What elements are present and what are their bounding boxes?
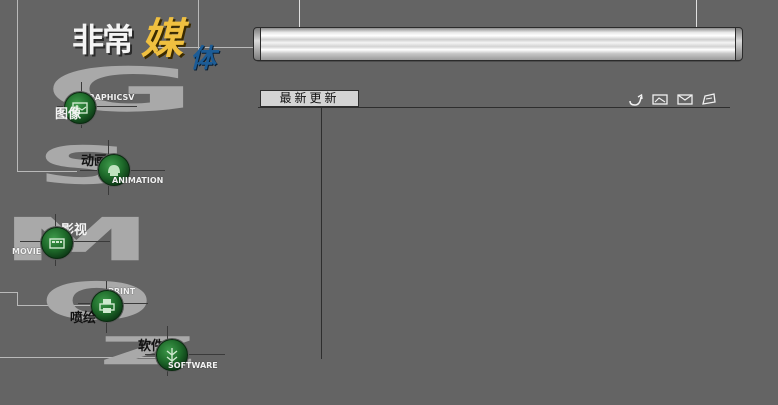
return-icon[interactable] xyxy=(628,93,644,106)
image-icon[interactable] xyxy=(652,93,668,106)
logo-text-part2: 媒 xyxy=(141,14,184,63)
logo-text-part1: 非常 xyxy=(72,21,134,59)
film-icon xyxy=(49,238,65,249)
nav-item-en-label: ANIMATION xyxy=(112,176,164,185)
nav-item-cn-label: 图像 xyxy=(55,107,82,122)
tube-hanger-right xyxy=(696,0,697,27)
logo-text-part3: 体 xyxy=(190,44,217,74)
note-icon[interactable] xyxy=(701,93,717,106)
tube-end-cap xyxy=(253,27,261,61)
content-header-rule xyxy=(258,107,730,108)
content-divider xyxy=(321,107,322,359)
nav-item-en-label: MOVIE xyxy=(12,247,42,256)
nav-button-movie[interactable] xyxy=(41,227,73,259)
header-tube-banner xyxy=(255,27,742,61)
nav-item-cn-label: 喷绘 xyxy=(70,311,97,326)
printer-icon xyxy=(99,299,115,313)
vertical-guide-line xyxy=(17,0,18,172)
horizontal-guide-line xyxy=(0,292,18,293)
vertical-guide-line xyxy=(17,292,18,306)
tab-latest-updates[interactable]: 最新更新 xyxy=(260,90,359,107)
nav-item-en-label: SOFTWARE xyxy=(168,361,218,370)
tube-end-cap xyxy=(735,27,743,61)
ghost-letter-m: M xyxy=(0,205,153,275)
tube-hanger-left xyxy=(299,0,300,27)
mail-icon[interactable] xyxy=(677,93,693,106)
